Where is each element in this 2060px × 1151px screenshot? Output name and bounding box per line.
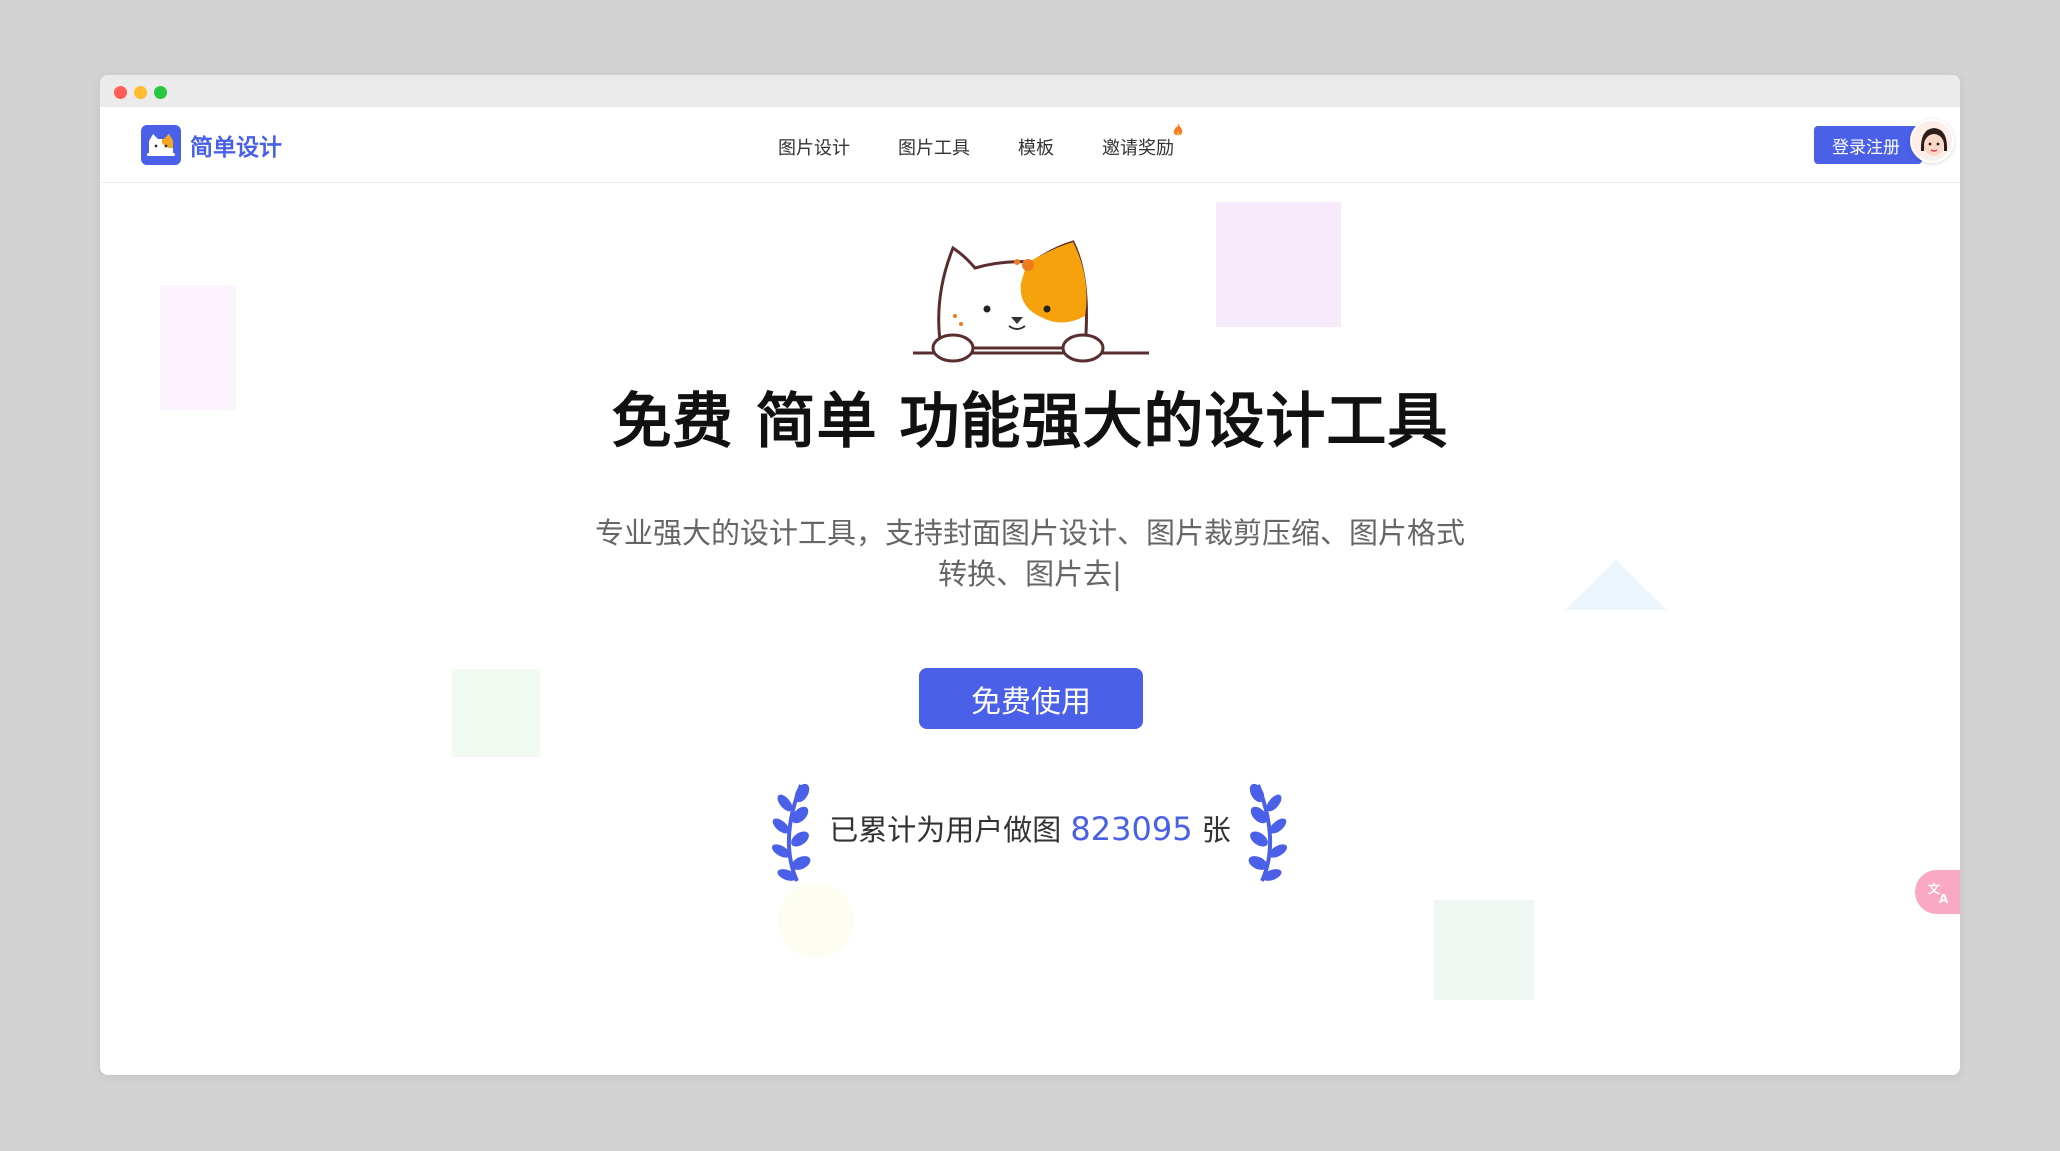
browser-window: 简单设计 图片设计 图片工具 模板 邀请奖励 登录注册 免费 简单 功能强大的设… <box>100 75 1960 1075</box>
counter-prefix: 已累计为用户做图 <box>829 813 1062 847</box>
free-use-button[interactable]: 免费使用 <box>919 668 1143 729</box>
main-nav: 图片设计 图片工具 模板 邀请奖励 <box>100 107 1960 183</box>
decor-square <box>1434 900 1534 1000</box>
maximize-window-button[interactable] <box>154 86 167 99</box>
nav-item-templates[interactable]: 模板 <box>1018 134 1054 160</box>
hero-subtitle: 专业强大的设计工具，支持封面图片设计、图片裁剪压缩、图片格式转换、图片去| <box>594 516 1465 591</box>
close-window-button[interactable] <box>114 86 127 99</box>
user-avatar-icon[interactable] <box>1910 119 1954 163</box>
flame-icon <box>1173 123 1183 136</box>
translate-button[interactable]: 文 A <box>1915 870 1960 914</box>
nav-item-image-tools[interactable]: 图片工具 <box>898 134 970 160</box>
usage-counter: 已累计为用户做图 823095 张 <box>100 781 1960 882</box>
decor-triangle <box>1565 560 1667 610</box>
translate-icon: 文 A <box>1928 881 1949 905</box>
nav-item-image-design[interactable]: 图片设计 <box>778 134 850 160</box>
counter-value: 823095 <box>1070 810 1193 848</box>
nav-item-label: 邀请奖励 <box>1102 138 1174 159</box>
decor-square <box>452 669 540 757</box>
decor-circle <box>778 883 854 959</box>
hero-title: 免费 简单 功能强大的设计工具 <box>611 387 1449 457</box>
minimize-window-button[interactable] <box>134 86 147 99</box>
decor-square <box>1216 202 1341 327</box>
nav-item-invite-rewards[interactable]: 邀请奖励 <box>1102 123 1183 160</box>
counter-suffix: 张 <box>1201 813 1231 847</box>
top-navbar: 简单设计 图片设计 图片工具 模板 邀请奖励 登录注册 <box>100 107 1960 183</box>
login-register-button[interactable]: 登录注册 <box>1814 126 1922 164</box>
laurel-right-icon <box>1248 783 1288 882</box>
window-titlebar <box>100 75 1960 107</box>
svg-text:A: A <box>1939 892 1949 905</box>
cat-mascot-icon <box>913 240 1149 363</box>
counter-line: 已累计为用户做图 823095 张 <box>100 807 1960 849</box>
